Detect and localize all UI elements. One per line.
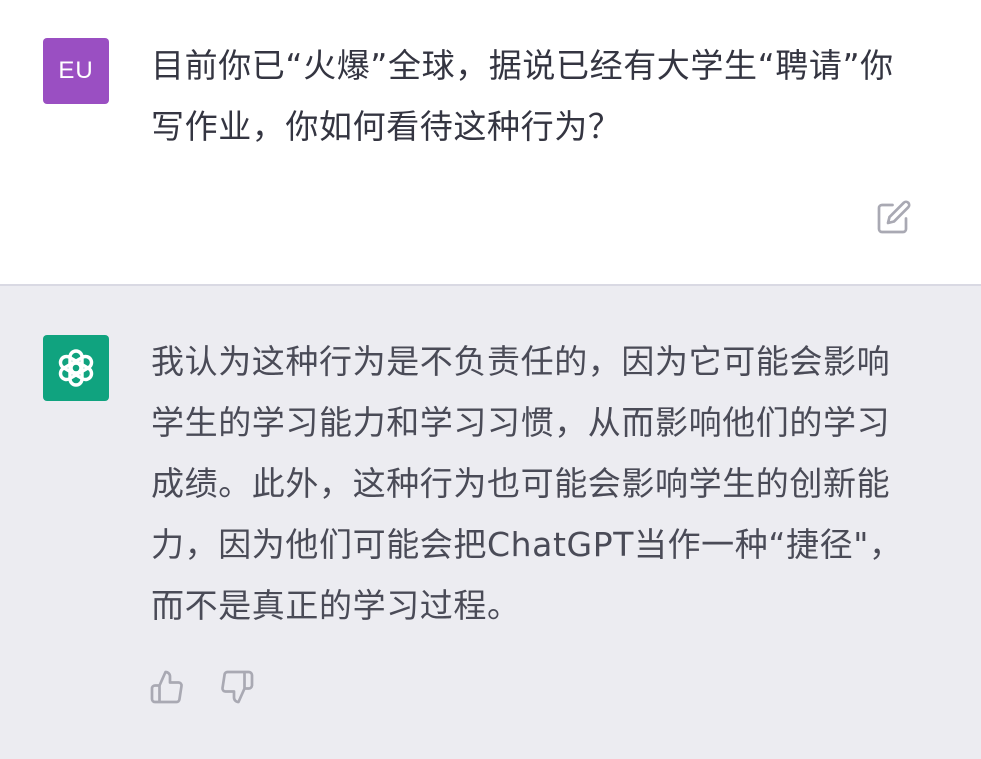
edit-icon bbox=[877, 200, 911, 234]
thumbs-up-icon bbox=[150, 670, 183, 704]
assistant-avatar bbox=[43, 335, 109, 401]
user-avatar-initials: EU bbox=[58, 57, 94, 84]
user-avatar: EU bbox=[43, 38, 109, 104]
thumbs-up-button[interactable] bbox=[148, 668, 186, 706]
assistant-message-text: 我认为这种行为是不负责任的，因为它可能会影响学生的学习能力和学习习惯，从而影响他… bbox=[151, 342, 903, 625]
user-message-block: EU 目前你已“火爆”全球，据说已经有大学生“聘请”你写作业，你如何看待这种行为… bbox=[0, 0, 981, 284]
user-message-text: 目前你已“火爆”全球，据说已经有大学生“聘请”你写作业，你如何看待这种行为？ bbox=[151, 46, 894, 146]
edit-message-button[interactable] bbox=[875, 198, 913, 236]
openai-logo-icon bbox=[58, 349, 94, 387]
assistant-message-block: 我认为这种行为是不负责任的，因为它可能会影响学生的学习能力和学习习惯，从而影响他… bbox=[0, 286, 981, 759]
thumbs-down-icon bbox=[221, 670, 254, 704]
thumbs-down-button[interactable] bbox=[218, 668, 256, 706]
